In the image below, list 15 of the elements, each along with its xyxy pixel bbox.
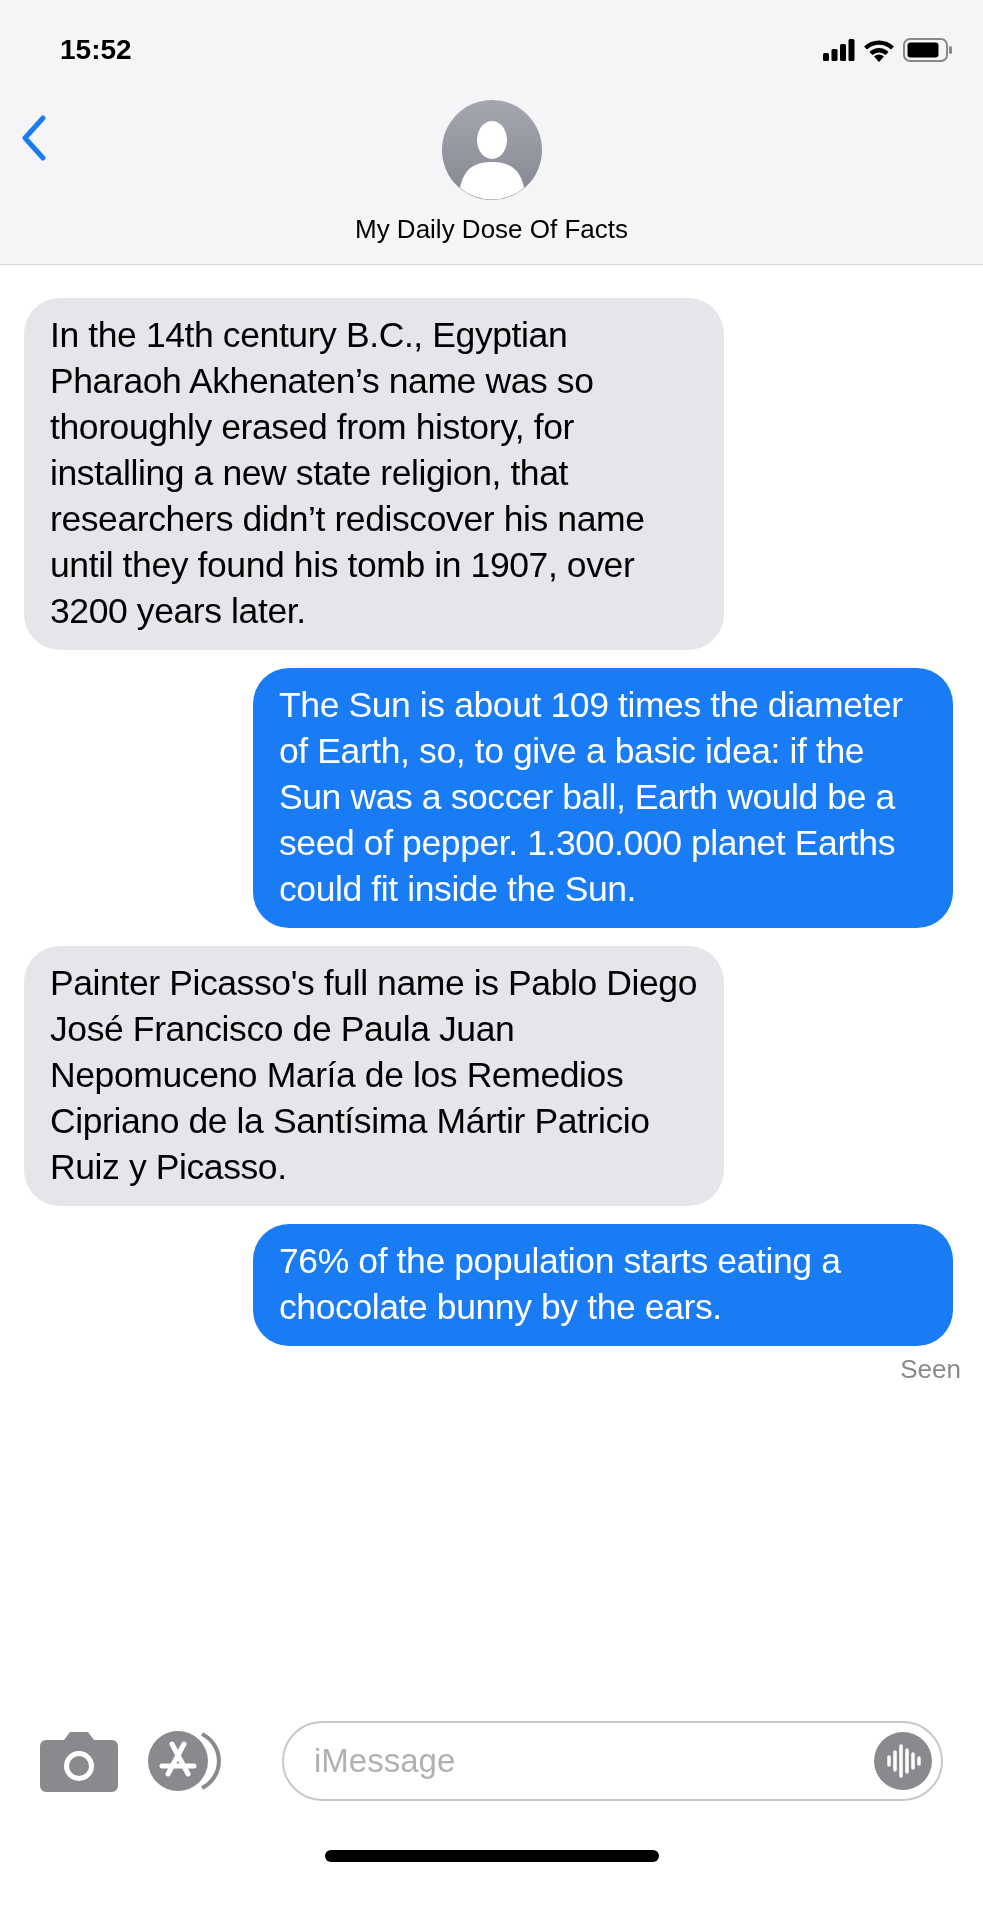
- message-bubble: The Sun is about 109 times the diameter of Earth, so, to give a basic idea: if the Sun was a soccer ball, Earth would be a seed of pepper. 1.300.000 planet Earths could fit inside the Sun.: [253, 668, 953, 928]
- read-receipt: Seen: [900, 1354, 961, 1385]
- message-bubble: Painter Picasso's full name is Pablo Diego José Francisco de Paula Juan Nepomuceno María de los Remedios Cipriano de la Santísima Mártir Patricio Ruiz y Picasso.: [24, 946, 724, 1206]
- message-bubble: 76% of the population starts eating a chocolate bunny by the ears.: [253, 1224, 953, 1346]
- status-time: 15:52: [60, 34, 132, 66]
- message-field[interactable]: iMessage: [282, 1721, 943, 1801]
- avatar-icon[interactable]: [441, 100, 542, 200]
- back-icon[interactable]: [22, 115, 46, 161]
- battery-icon: [903, 38, 953, 62]
- audio-icon[interactable]: [874, 1732, 932, 1790]
- signal-icon: [823, 39, 855, 61]
- camera-icon[interactable]: [40, 1730, 118, 1792]
- wifi-icon: [863, 38, 895, 62]
- contact-name[interactable]: My Daily Dose Of Facts: [354, 214, 629, 245]
- message-bubble: In the 14th century B.C., Egyptian Pharaoh Akhenaten’s name was so thoroughly erased from history, for installing a new state religion, that researchers didn’t rediscover his name until they found his tomb in 1907, over 3200 years later.: [24, 298, 724, 650]
